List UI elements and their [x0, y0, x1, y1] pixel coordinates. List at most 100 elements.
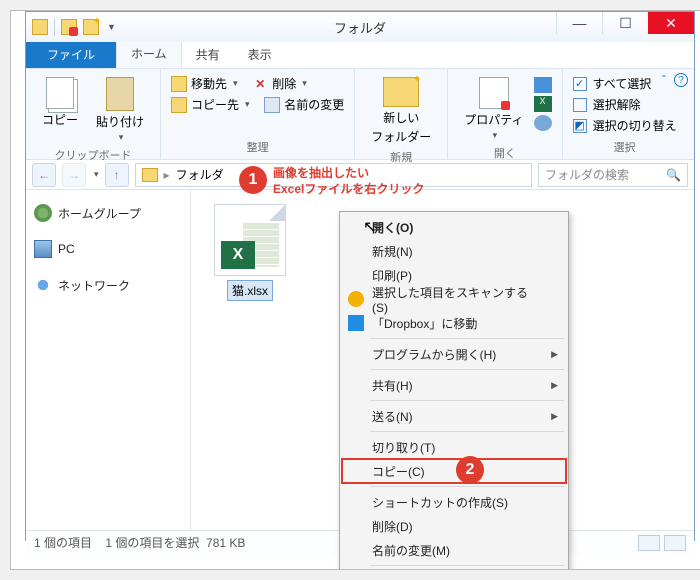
edit-icon[interactable]: X: [534, 96, 552, 112]
ctx-openwith[interactable]: プログラムから開く(H): [342, 342, 566, 366]
mi-label: 送る(N): [372, 408, 413, 425]
selected-count: 1 個の項目を選択: [105, 536, 199, 550]
item-count: 1 個の項目: [34, 536, 92, 550]
ctx-cut[interactable]: 切り取り(T): [342, 435, 566, 459]
search-input[interactable]: フォルダの検索 🔍: [538, 163, 688, 187]
select-none-button[interactable]: 選択解除: [573, 94, 677, 115]
view-icons-button[interactable]: [664, 535, 686, 551]
nav-label: ホームグループ: [58, 205, 141, 222]
rename-icon: [264, 97, 280, 113]
tab-home[interactable]: ホーム: [116, 39, 182, 68]
paste-button[interactable]: 貼り付け ▾: [90, 73, 150, 147]
up-button[interactable]: ↑: [105, 163, 129, 187]
chevron-down-icon: ▾: [119, 132, 124, 143]
delete-icon: ✕: [252, 76, 268, 92]
nav-pc[interactable]: PC: [32, 236, 184, 262]
check-icon: ✓: [573, 77, 587, 91]
search-icon: 🔍: [666, 168, 681, 182]
select-invert-label: 選択の切り替え: [593, 117, 677, 134]
group-open: プロパティ ▾ X 開く: [448, 69, 562, 159]
help-icon[interactable]: ?: [674, 73, 688, 87]
select-all-button[interactable]: ✓すべて選択: [573, 73, 677, 94]
tab-file[interactable]: ファイル: [26, 41, 116, 68]
mi-label: 切り取り(T): [372, 439, 435, 456]
mi-label: 名前の変更(M): [372, 542, 450, 559]
nav-network[interactable]: ネットワーク: [32, 272, 184, 298]
titlebar: ▼ フォルダ ― ☐ ✕: [26, 12, 694, 42]
nav-label: ネットワーク: [58, 277, 130, 294]
callout-1: 1 画像を抽出したい Excelファイルを右クリック: [239, 166, 424, 197]
copy-icon: [46, 77, 74, 109]
separator: [370, 431, 564, 432]
moveto-label: 移動先: [191, 75, 227, 92]
moveto-button[interactable]: 移動先▾ ✕削除▾: [171, 73, 344, 94]
ctx-new[interactable]: 新規(N): [342, 239, 566, 263]
ctx-dropbox[interactable]: 「Dropbox」に移動: [342, 311, 566, 335]
mi-label: ショートカットの作成(S): [372, 494, 508, 511]
ribbon-tabs: ファイル ホーム 共有 表示: [26, 42, 694, 68]
shield-icon: [348, 291, 364, 307]
copy-button[interactable]: コピー: [36, 73, 84, 147]
open-icon[interactable]: [534, 77, 552, 93]
ribbon: ˆ ? コピー 貼り付け ▾ クリップボード 移動先▾ ✕削除▾: [26, 68, 694, 160]
forward-button[interactable]: →: [62, 163, 86, 187]
close-button[interactable]: ✕: [648, 12, 694, 34]
callout-text: Excelファイルを右クリック: [273, 182, 424, 198]
group-label: 新規: [365, 149, 437, 167]
file-item[interactable]: X 猫.xlsx: [205, 204, 295, 301]
nav-pane: ホームグループ PC ネットワーク: [26, 190, 191, 530]
new-folder-button[interactable]: 新しい フォルダー: [365, 73, 437, 149]
copyto-label: コピー先: [191, 96, 239, 113]
search-placeholder: フォルダの検索: [545, 166, 629, 183]
mi-label: 開く(O): [372, 219, 413, 236]
tab-share[interactable]: 共有: [182, 41, 234, 68]
copyto-button[interactable]: コピー先▾ 名前の変更: [171, 94, 344, 115]
folder-icon: [142, 168, 158, 182]
select-invert-button[interactable]: ◩ 選択の切り替え: [573, 115, 677, 136]
callout-text: 画像を抽出したい: [273, 166, 424, 182]
callout-badge-1: 1: [239, 166, 267, 194]
maximize-button[interactable]: ☐: [602, 12, 648, 34]
properties-label: プロパティ: [464, 111, 523, 128]
ctx-delete[interactable]: 削除(D): [342, 514, 566, 538]
callout-2: 2: [456, 456, 484, 484]
copyto-icon: [171, 97, 187, 113]
ribbon-collapse-icon[interactable]: ˆ: [662, 73, 666, 87]
properties-icon: [479, 77, 509, 109]
chevron-right-icon: ▸: [164, 168, 170, 182]
mi-label: 新規(N): [372, 243, 413, 260]
mi-label: 共有(H): [372, 377, 413, 394]
nav-homegroup[interactable]: ホームグループ: [32, 200, 184, 226]
ctx-rename[interactable]: 名前の変更(M): [342, 538, 566, 562]
dropbox-icon: [348, 315, 364, 331]
mi-label: 「Dropbox」に移動: [372, 315, 477, 332]
ctx-scan[interactable]: 選択した項目をスキャンする (S): [342, 287, 566, 311]
tab-view[interactable]: 表示: [234, 41, 286, 68]
history-icon[interactable]: [534, 115, 552, 131]
ctx-shortcut[interactable]: ショートカットの作成(S): [342, 490, 566, 514]
group-new: 新しい フォルダー 新規: [355, 69, 448, 159]
newfolder-label1: 新しい: [383, 109, 419, 126]
paste-label: 貼り付け: [96, 113, 144, 130]
separator: [370, 486, 564, 487]
separator: [370, 369, 564, 370]
ctx-copy[interactable]: コピー(C): [342, 459, 566, 483]
back-button[interactable]: ←: [32, 163, 56, 187]
select-none-label: 選択解除: [593, 96, 641, 113]
ctx-share[interactable]: 共有(H): [342, 373, 566, 397]
rename-label: 名前の変更: [284, 96, 344, 113]
group-organize: 移動先▾ ✕削除▾ コピー先▾ 名前の変更 整理: [161, 69, 355, 159]
invert-icon: ◩: [573, 119, 587, 133]
delete-label: 削除: [272, 75, 296, 92]
group-label: クリップボード: [36, 147, 150, 165]
separator: [370, 338, 564, 339]
ctx-properties[interactable]: プロパティ(R): [342, 569, 566, 570]
view-details-button[interactable]: [638, 535, 660, 551]
ctx-sendto[interactable]: 送る(N): [342, 404, 566, 428]
uncheck-icon: [573, 98, 587, 112]
minimize-button[interactable]: ―: [556, 12, 602, 34]
mi-label: 印刷(P): [372, 267, 412, 284]
properties-button[interactable]: プロパティ ▾: [458, 73, 529, 145]
history-dropdown-icon[interactable]: ▾: [94, 169, 99, 180]
callout-badge-2: 2: [456, 456, 484, 484]
